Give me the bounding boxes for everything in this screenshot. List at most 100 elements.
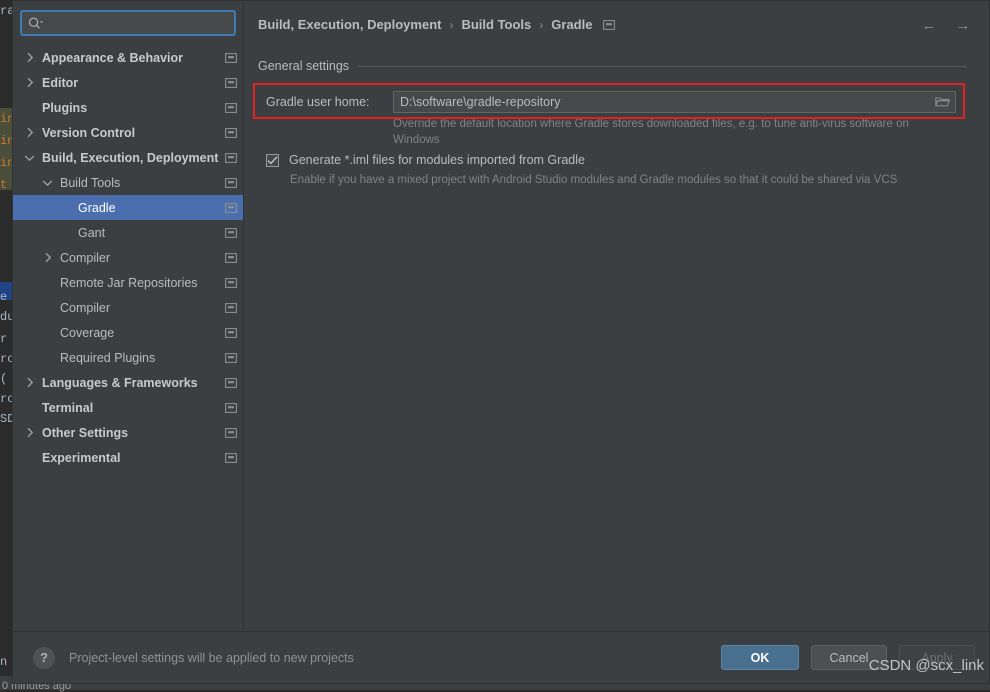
sidebar-item-label: Compiler (60, 251, 110, 265)
sidebar-item-label: Experimental (42, 451, 121, 465)
chevron-right-icon[interactable] (23, 376, 36, 389)
project-level-settings-icon (224, 52, 237, 63)
generate-iml-checkbox[interactable] (266, 154, 279, 167)
background-code-line: n (0, 655, 7, 669)
folder-icon[interactable] (933, 96, 951, 108)
settings-tree[interactable]: Appearance & Behavior Editor Plugins Versio… (13, 43, 243, 631)
sidebar-item-gant[interactable]: Gant (13, 220, 243, 245)
breadcrumb-item[interactable]: Gradle (551, 17, 592, 32)
breadcrumb-item[interactable]: Build, Execution, Deployment (258, 17, 441, 32)
chevron-right-icon[interactable] (41, 251, 54, 264)
project-level-settings-icon (224, 177, 237, 188)
breadcrumb: Build, Execution, Deployment › Build Tools… (258, 17, 615, 32)
sidebar-item-build-tools[interactable]: Build Tools (13, 170, 243, 195)
cancel-button[interactable]: Cancel (811, 645, 887, 670)
sidebar-item-label: Editor (42, 76, 78, 90)
sidebar-item-required-plugins[interactable]: Required Plugins (13, 345, 243, 370)
project-level-settings-icon (224, 127, 237, 138)
footer-note: Project-level settings will be applied t… (69, 651, 354, 665)
background-code-line: t (0, 178, 7, 192)
sidebar-item-label: Gradle (78, 201, 116, 215)
gradle-user-home-input[interactable] (400, 95, 933, 109)
chevron-down-icon[interactable] (23, 151, 36, 164)
project-level-settings-icon (224, 427, 237, 438)
chevron-right-icon[interactable] (23, 76, 36, 89)
project-level-settings-icon (224, 252, 237, 263)
search-icon (28, 17, 43, 30)
sidebar-item-compiler[interactable]: Compiler (13, 295, 243, 320)
project-level-settings-icon (224, 302, 237, 313)
sidebar-item-terminal[interactable]: Terminal (13, 395, 243, 420)
project-level-settings-icon (603, 20, 615, 30)
search-box[interactable] (20, 10, 236, 36)
project-level-settings-icon (224, 402, 237, 413)
sidebar-item-coverage[interactable]: Coverage (13, 320, 243, 345)
chevron-down-icon[interactable] (41, 176, 54, 189)
project-level-settings-icon (224, 277, 237, 288)
project-level-settings-icon (224, 327, 237, 338)
project-level-settings-icon (224, 352, 237, 363)
project-level-settings-icon (224, 452, 237, 463)
navigation-arrows: ← → (919, 15, 973, 35)
dialog-footer: ? Project-level settings will be applied… (13, 631, 989, 683)
search-container (13, 1, 243, 43)
sidebar-item-remote-jar-repositories[interactable]: Remote Jar Repositories (13, 270, 243, 295)
project-level-settings-icon (224, 377, 237, 388)
sidebar-item-label: Build Tools (60, 176, 120, 190)
settings-sidebar: Appearance & Behavior Editor Plugins Versio… (13, 1, 244, 631)
sidebar-item-label: Remote Jar Repositories (60, 276, 198, 290)
search-input[interactable] (43, 15, 228, 31)
sidebar-item-label: Other Settings (42, 426, 128, 440)
generate-iml-hint: Enable if you have a mixed project with … (290, 174, 897, 186)
back-arrow-icon[interactable]: ← (919, 15, 939, 35)
sidebar-item-label: Languages & Frameworks (42, 376, 198, 390)
background-code-line: r (0, 332, 7, 346)
sidebar-item-compiler[interactable]: Compiler (13, 245, 243, 270)
chevron-right-icon[interactable] (23, 426, 36, 439)
sidebar-item-label: Plugins (42, 101, 87, 115)
breadcrumb-separator: › (539, 18, 543, 32)
background-code-line: e (0, 290, 7, 304)
dialog-body: Appearance & Behavior Editor Plugins Versio… (13, 1, 989, 631)
sidebar-item-plugins[interactable]: Plugins (13, 95, 243, 120)
sidebar-item-label: Required Plugins (60, 351, 155, 365)
sidebar-item-editor[interactable]: Editor (13, 70, 243, 95)
background-code-line: ( (0, 372, 7, 386)
gradle-user-home-field[interactable] (393, 91, 956, 113)
sidebar-item-other-settings[interactable]: Other Settings (13, 420, 243, 445)
sidebar-item-label: Compiler (60, 301, 110, 315)
breadcrumb-item[interactable]: Build Tools (461, 17, 531, 32)
sidebar-item-label: Version Control (42, 126, 135, 140)
chevron-right-icon[interactable] (23, 51, 36, 64)
gradle-user-home-label: Gradle user home: (266, 95, 393, 109)
breadcrumb-separator: › (449, 18, 453, 32)
footer-buttons: OK Cancel Apply (721, 645, 975, 670)
section-title: General settings (258, 59, 357, 73)
chevron-right-icon[interactable] (23, 126, 36, 139)
project-level-settings-icon (224, 227, 237, 238)
sidebar-item-label: Gant (78, 226, 105, 240)
sidebar-item-appearance-behavior[interactable]: Appearance & Behavior (13, 45, 243, 70)
sidebar-item-languages-frameworks[interactable]: Languages & Frameworks (13, 370, 243, 395)
gradle-user-home-row: Gradle user home: (266, 91, 956, 113)
gradle-user-home-hint: Override the default location where Grad… (393, 116, 953, 148)
help-icon[interactable]: ? (33, 647, 55, 669)
project-level-settings-icon (224, 77, 237, 88)
sidebar-item-label: Coverage (60, 326, 114, 340)
sidebar-item-label: Appearance & Behavior (42, 51, 183, 65)
sidebar-item-version-control[interactable]: Version Control (13, 120, 243, 145)
sidebar-item-gradle[interactable]: Gradle (13, 195, 243, 220)
forward-arrow-icon[interactable]: → (953, 15, 973, 35)
section-header: General settings (258, 59, 967, 73)
project-level-settings-icon (224, 202, 237, 213)
settings-dialog: Appearance & Behavior Editor Plugins Versio… (12, 0, 990, 684)
sidebar-item-build-execution-deployment[interactable]: Build, Execution, Deployment (13, 145, 243, 170)
section-divider (357, 66, 967, 67)
ok-button[interactable]: OK (721, 645, 799, 670)
sidebar-item-experimental[interactable]: Experimental (13, 445, 243, 470)
project-level-settings-icon (224, 152, 237, 163)
generate-iml-checkbox-row[interactable]: Generate *.iml files for modules importe… (266, 153, 585, 167)
apply-button: Apply (899, 645, 975, 670)
settings-content-pane: Build, Execution, Deployment › Build Tools… (244, 1, 989, 631)
sidebar-item-label: Build, Execution, Deployment (42, 151, 218, 165)
